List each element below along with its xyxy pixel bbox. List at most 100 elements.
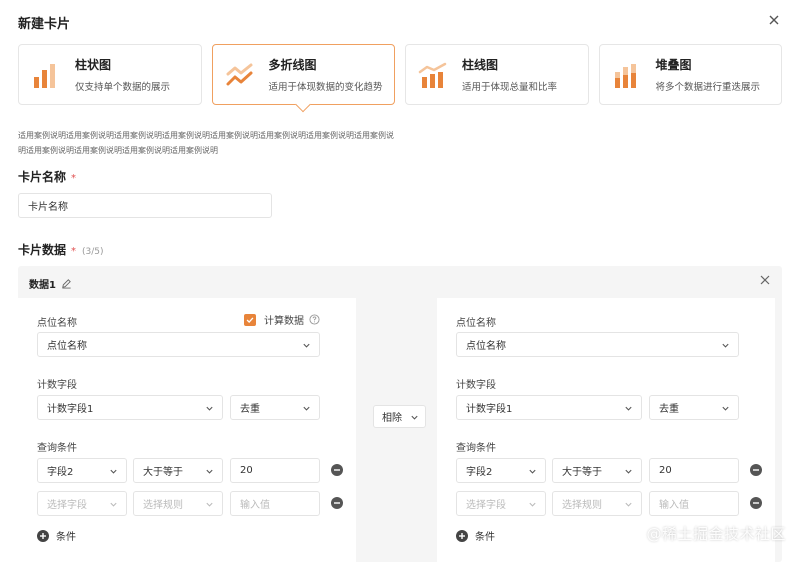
add-condition-button[interactable]: 条件 <box>456 528 495 543</box>
chart-type-desc: 适用于体现数据的变化趋势 <box>268 82 383 93</box>
condition-value-input[interactable]: 20 <box>230 458 320 483</box>
chart-type-bar[interactable]: 柱状图 仅支持单个数据的展示 <box>18 44 202 105</box>
condition-field-select[interactable]: 选择字段 <box>37 491 127 516</box>
add-condition-button[interactable]: 条件 <box>37 528 76 543</box>
point-select-value: 点位名称 <box>47 341 87 352</box>
dialog-title: 新建卡片 <box>18 17 71 32</box>
count-field-value: 计数字段1 <box>466 404 513 415</box>
count-field-value: 计数字段1 <box>47 404 94 415</box>
chart-type-desc: 仅支持单个数据的展示 <box>75 82 171 93</box>
close-icon[interactable] <box>766 12 782 28</box>
condition-field-value: 字段2 <box>47 467 74 478</box>
required-mark: * <box>71 173 77 184</box>
chart-type-multi-line[interactable]: 多折线图 适用于体现数据的变化趋势 <box>211 44 395 105</box>
multi-line-chart-icon <box>226 63 252 85</box>
checkbox-checked-icon[interactable] <box>244 313 256 326</box>
card-name-label: 卡片名称 * <box>18 168 76 185</box>
dedupe-select[interactable]: 去重 <box>649 395 739 420</box>
condition-field-select[interactable]: 字段2 <box>37 458 127 483</box>
chevron-down-icon <box>110 469 117 474</box>
plus-circle-icon <box>456 529 468 542</box>
help-icon[interactable] <box>309 314 320 325</box>
condition-value-input[interactable]: 20 <box>649 458 739 483</box>
point-label: 点位名称 <box>456 318 496 329</box>
count-field-label: 计数字段 <box>456 380 496 391</box>
condition-value-placeholder: 输入值 <box>240 500 270 511</box>
chart-type-desc: 适用于体现总量和比率 <box>462 82 558 93</box>
new-card-dialog: 新建卡片 柱状图 仅支持单个数据的展示 多折线图 适用于体现数据的变化趋势 柱线… <box>0 0 800 562</box>
condition-rule-select[interactable]: 大于等于 <box>552 458 642 483</box>
condition-field-select[interactable]: 字段2 <box>456 458 546 483</box>
chevron-down-icon <box>303 343 310 348</box>
watermark: @稀土掘金技术社区 <box>646 525 786 543</box>
card-data-label: 卡片数据 * (3/5) <box>18 241 104 258</box>
condition-rule-value: 大于等于 <box>562 467 602 478</box>
condition-rule-select[interactable]: 选择规则 <box>552 491 642 516</box>
edit-icon[interactable] <box>61 278 72 289</box>
required-mark: * <box>71 246 77 257</box>
condition-value-input[interactable]: 输入值 <box>230 491 320 516</box>
point-select[interactable]: 点位名称 <box>456 332 739 357</box>
remove-condition-icon[interactable] <box>750 497 762 509</box>
chevron-down-icon <box>625 406 632 411</box>
chart-type-stacked[interactable]: 堆叠图 将多个数据进行重迭展示 <box>598 44 782 105</box>
calc-data-label: 计算数据 <box>264 316 304 327</box>
condition-rule-value: 大于等于 <box>143 467 183 478</box>
bar-line-chart-icon <box>418 62 447 88</box>
chart-type-name: 堆叠图 <box>655 58 692 72</box>
remove-condition-icon[interactable] <box>331 464 343 476</box>
chevron-down-icon <box>722 343 729 348</box>
dedupe-value: 去重 <box>659 404 679 415</box>
calc-data-checkbox[interactable]: 计算数据 <box>244 312 320 327</box>
data-left-section: 点位名称 计算数据 点位名称 计数字段 计数字段1 去重 查询条件 字段2 大于… <box>18 298 356 562</box>
plus-circle-icon <box>37 529 49 542</box>
card-data-label-text: 卡片数据 <box>18 243 67 257</box>
count-field-select[interactable]: 计数字段1 <box>456 395 642 420</box>
chevron-down-icon <box>529 502 536 507</box>
count-field-label: 计数字段 <box>37 380 77 391</box>
close-icon[interactable] <box>759 274 771 286</box>
card-name-label-text: 卡片名称 <box>18 170 67 184</box>
condition-value-placeholder: 输入值 <box>659 500 689 511</box>
condition-rule-select[interactable]: 选择规则 <box>133 491 223 516</box>
chevron-down-icon <box>529 469 536 474</box>
stacked-chart-icon <box>614 63 636 88</box>
chart-type-list: 柱状图 仅支持单个数据的展示 多折线图 适用于体现数据的变化趋势 柱线图 适用于… <box>18 44 782 105</box>
condition-rule-select[interactable]: 大于等于 <box>133 458 223 483</box>
point-label: 点位名称 <box>37 318 77 329</box>
chevron-down-icon <box>625 502 632 507</box>
condition-field-placeholder: 选择字段 <box>47 500 87 511</box>
condition-value: 20 <box>240 465 253 476</box>
query-condition-label: 查询条件 <box>456 443 496 454</box>
chevron-down-icon <box>411 415 418 420</box>
chart-type-name: 柱线图 <box>462 58 499 72</box>
condition-field-select[interactable]: 选择字段 <box>456 491 546 516</box>
chevron-down-icon <box>206 469 213 474</box>
chart-type-bar-line[interactable]: 柱线图 适用于体现总量和比率 <box>405 44 589 105</box>
condition-rule-placeholder: 选择规则 <box>562 500 602 511</box>
query-condition-label: 查询条件 <box>37 443 77 454</box>
operator-select[interactable]: 相除 <box>373 405 426 428</box>
data-item-panel: 数据1 点位名称 计算数据 点位名称 计数字段 计数字段1 去重 查询条件 字段… <box>18 266 782 562</box>
data-item-title-text: 数据1 <box>29 280 56 291</box>
point-select[interactable]: 点位名称 <box>37 332 320 357</box>
operator-value: 相除 <box>382 413 402 424</box>
remove-condition-icon[interactable] <box>331 497 343 509</box>
add-condition-label: 条件 <box>56 532 76 543</box>
chevron-down-icon <box>206 406 213 411</box>
chevron-down-icon <box>303 406 310 411</box>
chart-type-desc: 将多个数据进行重迭展示 <box>655 82 761 93</box>
chevron-down-icon <box>722 406 729 411</box>
card-name-input[interactable] <box>18 193 272 218</box>
condition-field-placeholder: 选择字段 <box>466 500 506 511</box>
chart-type-name: 柱状图 <box>75 58 112 72</box>
count-field-select[interactable]: 计数字段1 <box>37 395 223 420</box>
dedupe-select[interactable]: 去重 <box>230 395 320 420</box>
dedupe-value: 去重 <box>240 404 260 415</box>
chart-type-description: 适用案例说明适用案例说明适用案例说明适用案例说明适用案例说明适用案例说明适用案例… <box>18 131 394 155</box>
remove-condition-icon[interactable] <box>750 464 762 476</box>
condition-value: 20 <box>659 465 672 476</box>
chevron-down-icon <box>625 469 632 474</box>
condition-value-input[interactable]: 输入值 <box>649 491 739 516</box>
data-item-title: 数据1 <box>29 276 72 291</box>
